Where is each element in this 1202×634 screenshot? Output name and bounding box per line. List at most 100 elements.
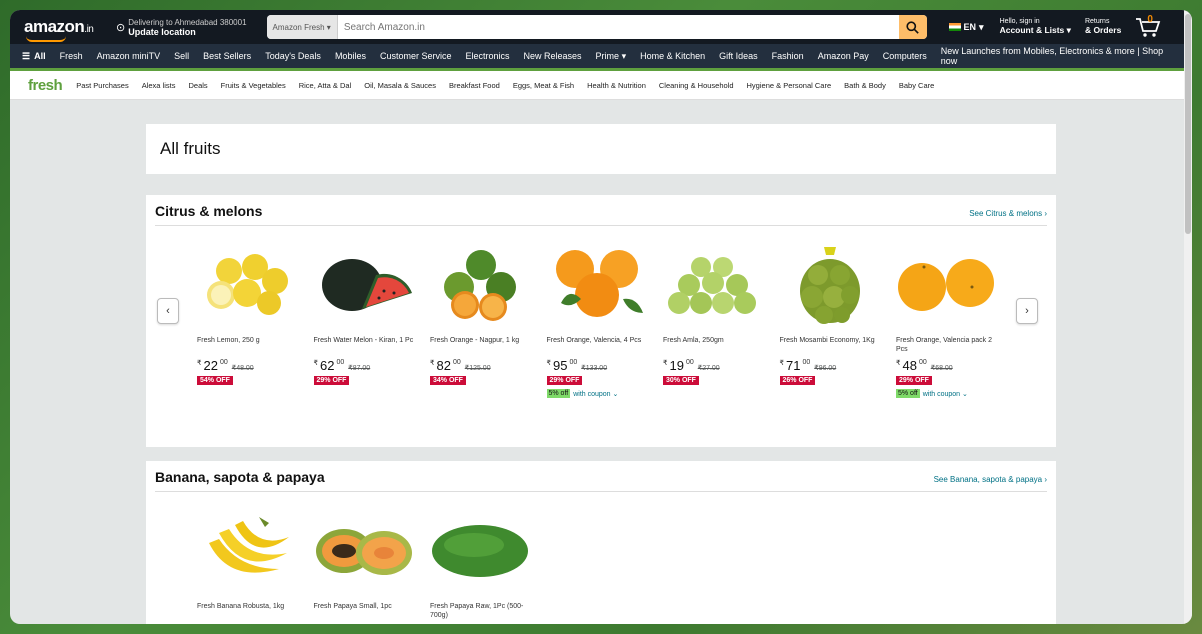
price-whole: 95 <box>552 358 568 373</box>
product-image[interactable] <box>547 244 647 326</box>
subnav-item-prime[interactable]: Prime ▾ <box>596 51 627 62</box>
carousel-prev-button[interactable]: ‹ <box>157 298 179 324</box>
coupon-label: with coupon ⌄ <box>573 390 619 398</box>
subnav-item-mobiles[interactable]: Mobiles <box>335 51 366 61</box>
fresh-nav-item[interactable]: Baby Care <box>899 81 934 90</box>
scrollbar-thumb[interactable] <box>1185 14 1191 234</box>
product-card[interactable]: Fresh Banana Robusta, 1kg <box>197 510 314 622</box>
product-image[interactable] <box>663 244 763 326</box>
chevron-right-icon: › <box>1025 305 1029 317</box>
subnav-item-electronics[interactable]: Electronics <box>465 51 509 61</box>
coupon-tag: 5% off <box>546 389 571 398</box>
product-card[interactable]: Fresh Papaya Small, 1pc <box>314 510 431 622</box>
subnav-item-amazon-pay[interactable]: Amazon Pay <box>818 51 869 61</box>
product-card[interactable]: Fresh Lemon, 250 g ₹22 00 ₹48.00 54% OFF <box>197 244 314 398</box>
all-menu-button[interactable]: ☰ All <box>22 51 46 62</box>
search-category-select[interactable]: Amazon Fresh ▾ <box>266 15 338 39</box>
product-card[interactable]: Fresh Mosambi Economy, 1Kg ₹71 00 ₹96.00 2… <box>779 244 897 398</box>
subnav-item-home-kitchen[interactable]: Home & Kitchen <box>640 51 705 61</box>
fresh-nav-item[interactable]: Bath & Body <box>844 81 886 90</box>
product-card[interactable]: Fresh Orange, Valencia pack 2 Pcs ₹48 00 ₹… <box>896 244 1013 398</box>
fresh-nav-item[interactable]: Alexa lists <box>142 81 176 90</box>
subnav-item-gift-ideas[interactable]: Gift Ideas <box>719 51 758 61</box>
account-label: Account & Lists <box>999 25 1065 36</box>
cart-button[interactable]: 0 <box>1135 14 1161 38</box>
rupee-symbol: ₹ <box>779 360 784 367</box>
search-button[interactable] <box>898 15 927 39</box>
product-image[interactable] <box>430 244 530 326</box>
subnav-item-fresh[interactable]: Fresh <box>60 51 83 61</box>
logo-smile-icon <box>26 36 66 42</box>
coupon-offer[interactable]: 5% off with coupon ⌄ <box>896 389 1013 398</box>
product-name[interactable]: Fresh Papaya Small, 1pc <box>314 602 414 622</box>
product-card[interactable]: Fresh Orange - Nagpur, 1 kg ₹82 00 ₹125.00… <box>430 244 547 398</box>
subnav-item-best-sellers[interactable]: Best Sellers <box>203 51 251 61</box>
subnav-item-fashion[interactable]: Fashion <box>772 51 804 61</box>
carousel-next-button[interactable]: › <box>1016 298 1038 324</box>
search-input[interactable] <box>337 15 899 39</box>
language-selector[interactable]: EN ▾ <box>948 22 984 33</box>
product-name[interactable]: Fresh Orange, Valencia pack 2 Pcs <box>896 336 996 356</box>
logo-text: amazon <box>24 17 85 36</box>
product-name[interactable]: Fresh Banana Robusta, 1kg <box>197 602 297 622</box>
returns-orders-link[interactable]: Returns & Orders <box>1085 18 1121 35</box>
product-image[interactable] <box>780 244 880 326</box>
fresh-nav-item[interactable]: Rice, Atta & Dal <box>299 81 352 90</box>
product-name[interactable]: Fresh Orange, Valencia, 4 Pcs <box>547 336 647 356</box>
product-card[interactable]: Fresh Amla, 250gm ₹19 00 ₹27.00 30% OFF <box>663 244 780 398</box>
product-name[interactable]: Fresh Amla, 250gm <box>663 336 763 356</box>
section-title: Citrus & melons <box>155 203 263 219</box>
fresh-logo[interactable]: fresh <box>28 77 63 94</box>
product-image[interactable] <box>430 510 530 592</box>
subnav-item-new-releases[interactable]: New Releases <box>524 51 582 61</box>
amazon-logo[interactable]: amazon.in <box>24 17 102 42</box>
top-nav: amazon.in ⊙ Delivering to Ahmedabad 3800… <box>10 10 1192 44</box>
page-title: All fruits <box>160 139 221 158</box>
search-icon <box>906 20 919 34</box>
subnav-item-todays-deals[interactable]: Today's Deals <box>265 51 321 61</box>
product-name[interactable]: Fresh Papaya Raw, 1Pc (500-700g) <box>430 602 530 622</box>
scrollbar[interactable] <box>1184 10 1192 624</box>
orders-line2: & Orders <box>1084 25 1122 36</box>
rupee-symbol: ₹ <box>313 360 318 367</box>
promo-link[interactable]: New Launches from Mobiles, Electronics &… <box>941 46 1180 66</box>
deliver-location[interactable]: ⊙ Delivering to Ahmedabad 380001 Update … <box>116 18 247 37</box>
product-card[interactable]: Fresh Papaya Raw, 1Pc (500-700g) <box>430 510 547 622</box>
price-mrp: ₹68.00 <box>930 365 953 372</box>
product-card[interactable]: Fresh Orange, Valencia, 4 Pcs ₹95 00 ₹133.… <box>546 244 664 398</box>
subnav-item-minitv[interactable]: Amazon miniTV <box>97 51 161 61</box>
fresh-nav-item[interactable]: Oil, Masala & Sauces <box>364 81 436 90</box>
product-image[interactable] <box>197 510 297 592</box>
papaya-cut-image <box>315 529 412 575</box>
fresh-nav-item[interactable]: Cleaning & Household <box>659 81 734 90</box>
product-image[interactable] <box>314 244 414 326</box>
fresh-nav-item[interactable]: Hygiene & Personal Care <box>747 81 832 90</box>
fresh-nav-item[interactable]: Health & Nutrition <box>587 81 646 90</box>
fresh-nav-item[interactable]: Fruits & Vegetables <box>221 81 286 90</box>
fresh-nav-item[interactable]: Deals <box>188 81 207 90</box>
product-image[interactable] <box>197 244 297 326</box>
hamburger-icon: ☰ <box>22 50 31 61</box>
rupee-symbol: ₹ <box>197 360 202 367</box>
product-name[interactable]: Fresh Water Melon - Kiran, 1 Pc <box>314 336 414 356</box>
subnav-item-customer-service[interactable]: Customer Service <box>380 51 452 61</box>
subnav-item-sell[interactable]: Sell <box>174 51 189 61</box>
product-name[interactable]: Fresh Mosambi Economy, 1Kg <box>780 336 880 356</box>
chevron-down-icon: ▾ <box>326 22 331 32</box>
product-card[interactable]: Fresh Water Melon - Kiran, 1 Pc ₹62 00 ₹87… <box>313 244 431 398</box>
product-image[interactable] <box>896 244 996 326</box>
product-name[interactable]: Fresh Orange - Nagpur, 1 kg <box>430 336 530 356</box>
product-name[interactable]: Fresh Lemon, 250 g <box>197 336 297 356</box>
rupee-symbol: ₹ <box>546 360 551 367</box>
product-image[interactable] <box>314 510 414 592</box>
fresh-nav-item[interactable]: Past Purchases <box>76 81 129 90</box>
account-menu[interactable]: Hello, sign in Account & Lists ▾ <box>1000 18 1071 35</box>
subnav-item-computers[interactable]: Computers <box>883 51 927 61</box>
see-all-link[interactable]: See Citrus & melons › <box>969 209 1047 218</box>
see-all-link[interactable]: See Banana, sapota & papaya › <box>934 475 1047 484</box>
coupon-offer[interactable]: 5% off with coupon ⌄ <box>546 389 664 398</box>
coupon-label: with coupon ⌄ <box>922 390 968 398</box>
product-price: ₹62 00 ₹87.00 <box>314 358 431 373</box>
fresh-nav-item[interactable]: Eggs, Meat & Fish <box>513 81 574 90</box>
fresh-nav-item[interactable]: Breakfast Food <box>449 81 500 90</box>
